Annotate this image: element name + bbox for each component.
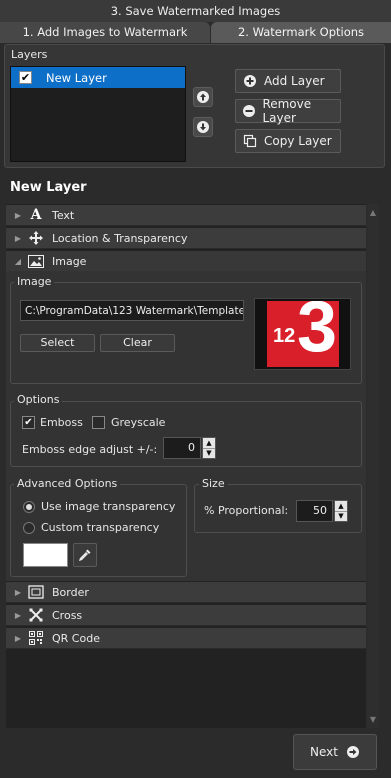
emboss-checkbox[interactable]: ✔ Emboss: [22, 416, 83, 429]
add-layer-label: Add Layer: [264, 74, 325, 88]
plus-circle-icon: [242, 73, 258, 89]
chevron-down-icon[interactable]: ▼: [203, 447, 215, 459]
proportional-input[interactable]: 50: [296, 500, 333, 522]
watermark-logo-image: 12 3: [267, 301, 339, 367]
section-cross-label: Cross: [52, 608, 83, 622]
expand-arrow-icon: ▶: [14, 587, 22, 597]
emboss-edge-input[interactable]: 0: [163, 437, 201, 459]
logo-digits-12: 12: [273, 325, 296, 347]
advanced-options-title: Advanced Options: [14, 477, 121, 490]
section-border[interactable]: ▶ Border: [6, 582, 366, 603]
move-layer-down-button[interactable]: [193, 117, 213, 137]
move-layer-up-button[interactable]: [193, 87, 213, 107]
next-label: Next: [310, 745, 338, 759]
emboss-edge-label: Emboss edge adjust +/-:: [22, 443, 158, 456]
custom-transparency-label: Custom transparency: [41, 521, 160, 534]
section-qr-code[interactable]: ▶ QR Code: [6, 628, 366, 649]
scroll-down-icon[interactable]: ▼: [367, 715, 379, 724]
expand-arrow-icon: ▶: [14, 210, 22, 220]
options-group-title: Options: [14, 393, 63, 406]
layer-item-label: New Layer: [46, 70, 107, 85]
section-location-label: Location & Transparency: [52, 231, 188, 245]
scroll-up-icon[interactable]: ▲: [367, 208, 379, 217]
text-icon: A: [30, 207, 42, 223]
remove-layer-button[interactable]: Remove Layer: [235, 97, 341, 125]
section-image[interactable]: ◢ Image: [6, 251, 366, 272]
section-border-label: Border: [52, 585, 89, 599]
copy-icon: [242, 133, 258, 149]
image-icon: [26, 253, 46, 269]
image-preview: 12 3: [254, 298, 351, 370]
expand-arrow-icon: ▶: [14, 610, 22, 620]
greyscale-label: Greyscale: [111, 416, 166, 429]
tab-watermark-options[interactable]: 2. Watermark Options: [211, 22, 391, 43]
chevron-up-icon[interactable]: ▲: [203, 438, 215, 448]
arrow-right-circle-icon: [346, 746, 359, 758]
eyedropper-icon: [78, 549, 91, 562]
section-image-label: Image: [52, 254, 87, 268]
expand-arrow-icon: ▶: [14, 233, 22, 243]
proportional-stepper[interactable]: ▲ ▼: [334, 500, 348, 522]
eyedropper-button[interactable]: [73, 543, 97, 567]
chevron-up-icon[interactable]: ▲: [335, 501, 347, 511]
chevron-down-icon[interactable]: ▼: [335, 510, 347, 522]
emboss-check-icon: ✔: [22, 416, 35, 429]
layer-item-new-layer[interactable]: ✔ New Layer: [11, 67, 185, 88]
proportional-label: % Proportional:: [204, 504, 289, 517]
greyscale-check-box: [92, 416, 105, 429]
move-arrows-icon: [26, 230, 46, 246]
section-text-label: Text: [52, 208, 75, 222]
tab-add-images[interactable]: 1. Add Images to Watermark: [0, 22, 210, 43]
layers-group-title: Layers: [11, 48, 48, 61]
logo-digit-3: 3: [297, 301, 338, 367]
section-cross[interactable]: ▶ Cross: [6, 605, 366, 626]
select-image-button[interactable]: Select: [20, 334, 95, 352]
greyscale-checkbox[interactable]: Greyscale: [92, 416, 165, 429]
image-path-field[interactable]: C:\ProgramData\123 Watermark\Templates\: [20, 300, 244, 321]
section-location-transparency[interactable]: ▶ Location & Transparency: [6, 228, 366, 249]
transparency-color-swatch[interactable]: [23, 543, 68, 567]
use-image-transparency-radio[interactable]: Use image transparency: [23, 500, 175, 513]
next-button[interactable]: Next: [293, 734, 377, 770]
section-qr-label: QR Code: [52, 631, 100, 645]
minus-circle-icon: [242, 103, 256, 119]
section-text[interactable]: ▶ A Text: [6, 205, 366, 226]
radio-selected-icon: [23, 500, 35, 513]
border-icon: [26, 584, 46, 600]
radio-unselected-icon: [23, 521, 35, 534]
copy-layer-label: Copy Layer: [264, 134, 332, 148]
emboss-edge-stepper[interactable]: ▲ ▼: [202, 437, 216, 459]
tab-save-watermarked[interactable]: 3. Save Watermarked Images: [0, 0, 391, 22]
image-group-title: Image: [14, 275, 55, 288]
collapse-arrow-icon: ◢: [14, 256, 22, 266]
clear-image-button[interactable]: Clear: [100, 334, 175, 352]
layer-visible-checkbox[interactable]: ✔: [19, 71, 32, 84]
remove-layer-label: Remove Layer: [262, 97, 312, 125]
emboss-label: Emboss: [40, 416, 83, 429]
qr-code-icon: [26, 630, 46, 646]
arrow-up-circle-icon: [197, 91, 209, 103]
use-image-transparency-label: Use image transparency: [41, 500, 176, 513]
size-group-title: Size: [199, 477, 228, 490]
arrow-down-circle-icon: [197, 121, 209, 133]
add-layer-button[interactable]: Add Layer: [235, 69, 341, 93]
cross-icon: [26, 607, 46, 623]
expand-arrow-icon: ▶: [14, 633, 22, 643]
vertical-scrollbar[interactable]: ▲ ▼: [367, 204, 379, 728]
layer-heading: New Layer: [10, 180, 87, 195]
copy-layer-button[interactable]: Copy Layer: [235, 129, 341, 153]
custom-transparency-radio[interactable]: Custom transparency: [23, 521, 159, 534]
